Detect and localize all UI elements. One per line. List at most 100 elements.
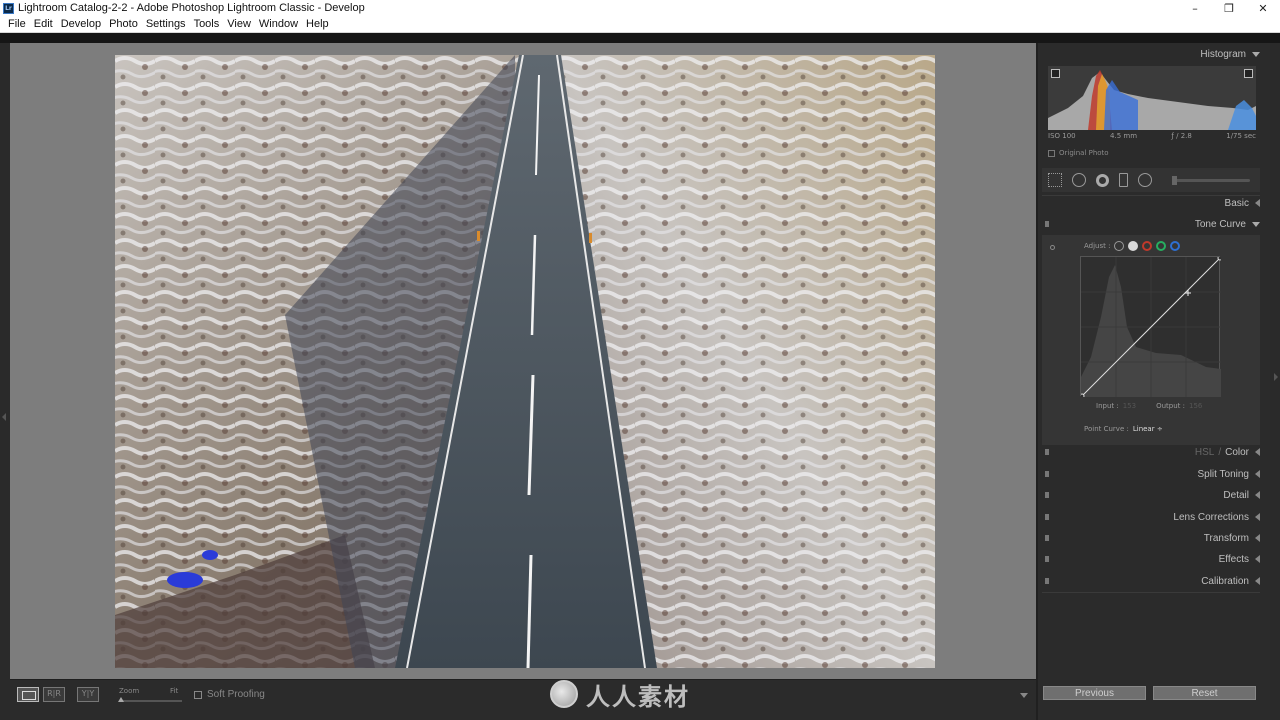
- expand-split-toning-icon[interactable]: [1255, 470, 1260, 478]
- expand-left-panel-icon[interactable]: [2, 413, 6, 421]
- shadow-clipping-toggle[interactable]: [1051, 69, 1060, 78]
- menu-tools[interactable]: Tools: [190, 18, 224, 30]
- expand-effects-icon[interactable]: [1255, 555, 1260, 563]
- expand-calibration-icon[interactable]: [1255, 577, 1260, 585]
- survey-view-button[interactable]: Y|Y: [77, 687, 99, 702]
- main-photo[interactable]: [115, 55, 935, 668]
- histogram-graph[interactable]: [1048, 66, 1256, 130]
- soft-proofing-label: Soft Proofing: [207, 689, 265, 700]
- graduated-filter-tool-icon[interactable]: [1119, 173, 1128, 187]
- soft-proofing-checkbox[interactable]: [194, 691, 202, 699]
- menu-settings[interactable]: Settings: [142, 18, 190, 30]
- menu-window[interactable]: Window: [255, 18, 302, 30]
- menu-bar: File Edit Develop Photo Settings Tools V…: [0, 16, 1280, 33]
- panel-switch-icon[interactable]: [1045, 578, 1049, 584]
- panel-switch-icon[interactable]: [1045, 556, 1049, 562]
- histogram-title: Histogram: [1200, 48, 1246, 60]
- input-label: Input :: [1096, 402, 1119, 410]
- point-curve-label: Point Curve :: [1084, 425, 1129, 433]
- tone-curve-title: Tone Curve: [1194, 218, 1246, 230]
- original-photo-label: Original Photo: [1059, 149, 1109, 157]
- close-button[interactable]: ✕: [1246, 0, 1280, 16]
- calibration-panel-header[interactable]: Calibration: [1042, 571, 1260, 591]
- hsl-color-panel-header[interactable]: HSL / Color: [1042, 442, 1260, 462]
- parametric-curve-icon[interactable]: [1114, 241, 1125, 251]
- detail-title: Detail: [1223, 489, 1249, 501]
- tone-curve-graph[interactable]: [1079, 255, 1223, 399]
- collapse-tone-curve-icon[interactable]: [1252, 221, 1260, 227]
- expand-basic-icon[interactable]: [1255, 199, 1260, 207]
- menu-photo[interactable]: Photo: [105, 18, 142, 30]
- loupe-view-button[interactable]: [17, 687, 39, 702]
- spot-removal-tool-icon[interactable]: [1072, 173, 1086, 187]
- histogram-header[interactable]: Histogram: [1042, 44, 1260, 64]
- original-photo-checkbox[interactable]: [1048, 149, 1055, 157]
- targeted-adjustment-icon[interactable]: [1050, 245, 1055, 250]
- panel-switch-icon[interactable]: [1045, 449, 1049, 455]
- expand-lens-corrections-icon[interactable]: [1255, 513, 1260, 521]
- collapse-histogram-icon[interactable]: [1252, 51, 1260, 57]
- toolbar-content-menu-icon[interactable]: [1020, 693, 1028, 698]
- effects-title: Effects: [1218, 553, 1249, 565]
- blue-channel-icon[interactable]: [1170, 241, 1181, 251]
- menu-edit[interactable]: Edit: [30, 18, 57, 30]
- adjustment-brush-slider[interactable]: [1172, 175, 1250, 185]
- expand-detail-icon[interactable]: [1255, 491, 1260, 499]
- previous-button[interactable]: Previous: [1043, 686, 1146, 700]
- minimize-button[interactable]: –: [1178, 0, 1212, 16]
- output-label: Output :: [1156, 402, 1185, 410]
- expand-transform-icon[interactable]: [1255, 534, 1260, 542]
- menu-develop[interactable]: Develop: [57, 18, 105, 30]
- zoom-slider-thumb[interactable]: [118, 697, 124, 702]
- rgb-channel-icon[interactable]: [1128, 241, 1139, 251]
- before-after-view-button[interactable]: R|R: [43, 687, 65, 702]
- tone-curve-panel-header[interactable]: Tone Curve: [1042, 214, 1260, 234]
- panel-switch-icon[interactable]: [1045, 471, 1049, 477]
- red-channel-icon[interactable]: [1142, 241, 1153, 251]
- panel-switch-icon[interactable]: [1045, 221, 1049, 227]
- hsl-tab[interactable]: HSL: [1195, 447, 1214, 458]
- original-photo-toggle[interactable]: Original Photo: [1048, 149, 1109, 157]
- zoom-slider-track[interactable]: [120, 700, 182, 702]
- menu-help[interactable]: Help: [302, 18, 333, 30]
- right-panel-edge[interactable]: [1270, 43, 1280, 720]
- output-readout: Output : 156: [1156, 402, 1202, 410]
- calibration-title: Calibration: [1201, 575, 1249, 587]
- split-toning-panel-header[interactable]: Split Toning: [1042, 464, 1260, 484]
- menu-file[interactable]: File: [4, 18, 30, 30]
- top-panel-collapsed[interactable]: [0, 33, 1280, 43]
- exif-aperture: ƒ / 2.8: [1171, 132, 1192, 140]
- radial-filter-tool-icon[interactable]: [1138, 173, 1152, 187]
- color-tab[interactable]: Color: [1225, 447, 1249, 458]
- collapse-right-panel-icon[interactable]: [1274, 373, 1278, 381]
- panel-switch-icon[interactable]: [1045, 514, 1049, 520]
- input-readout: Input :153: [1096, 402, 1136, 410]
- output-value: 156: [1189, 402, 1203, 410]
- effects-panel-header[interactable]: Effects: [1042, 549, 1260, 569]
- develop-canvas: [10, 43, 1036, 679]
- detail-panel-header[interactable]: Detail: [1042, 485, 1260, 505]
- watermark-text: 人人素材: [586, 682, 690, 711]
- left-panel-collapsed[interactable]: [0, 43, 10, 720]
- maximize-button[interactable]: ❐: [1212, 0, 1246, 16]
- transform-panel-header[interactable]: Transform: [1042, 528, 1260, 548]
- point-curve-selector[interactable]: Point Curve : Linear ÷: [1084, 425, 1163, 433]
- panel-switch-icon[interactable]: [1045, 535, 1049, 541]
- panel-switch-icon[interactable]: [1045, 492, 1049, 498]
- lens-corrections-panel-header[interactable]: Lens Corrections: [1042, 507, 1260, 527]
- reset-button[interactable]: Reset: [1153, 686, 1256, 700]
- watermark-logo-icon: [550, 680, 578, 708]
- expand-hsl-icon[interactable]: [1255, 448, 1260, 456]
- green-channel-icon[interactable]: [1156, 241, 1167, 251]
- highlight-clipping-toggle[interactable]: [1244, 69, 1253, 78]
- window-title-bar: Lr Lightroom Catalog-2-2 - Adobe Photosh…: [0, 0, 1280, 16]
- basic-panel-header[interactable]: Basic: [1042, 193, 1260, 213]
- lens-corrections-title: Lens Corrections: [1173, 511, 1249, 523]
- crop-tool-icon[interactable]: [1048, 173, 1062, 187]
- tool-strip: [1042, 168, 1260, 192]
- lightroom-app-icon: Lr: [3, 2, 14, 14]
- menu-view[interactable]: View: [223, 18, 255, 30]
- red-eye-tool-icon[interactable]: [1096, 173, 1109, 187]
- channel-selector: Adjust :: [1084, 241, 1181, 251]
- point-curve-value[interactable]: Linear ÷: [1133, 425, 1163, 433]
